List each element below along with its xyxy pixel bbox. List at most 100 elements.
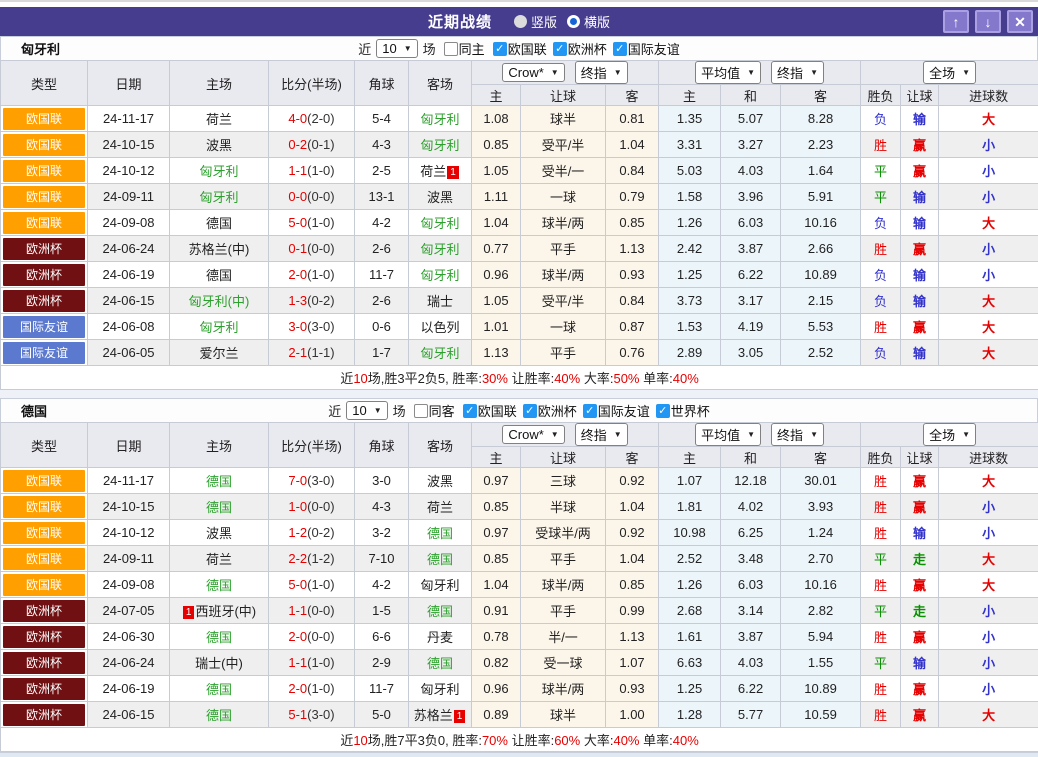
score-cell: 1-3(0-2) — [269, 288, 355, 314]
home-team-cell: 德国 — [170, 210, 269, 236]
date-cell: 24-06-05 — [88, 340, 170, 366]
checkbox-checked-icon[interactable]: ✓ — [613, 42, 627, 56]
move-up-button[interactable]: ↑ — [943, 10, 969, 33]
team-label: 匈牙利 — [199, 320, 238, 335]
average-select[interactable]: 平均值▼ — [695, 423, 761, 446]
league-checkbox-0[interactable]: ✓欧国联 — [457, 401, 517, 420]
same-away-checkbox[interactable]: 同客 — [408, 401, 455, 420]
checkbox-checked-icon[interactable]: ✓ — [493, 42, 507, 56]
col-home: 主场 — [170, 423, 269, 468]
checkbox-unchecked-icon[interactable] — [444, 42, 458, 56]
home-odds-cell: 1.01 — [472, 314, 521, 340]
away-team-cell: 德国 — [409, 520, 472, 546]
home-team-cell: 瑞士(中) — [170, 650, 269, 676]
home-team-cell: 德国 — [170, 572, 269, 598]
league-checkbox-2[interactable]: ✓国际友谊 — [577, 401, 650, 420]
handicap-result-cell: 赢 — [901, 468, 939, 494]
col-avg-away: 客 — [781, 85, 861, 106]
checkbox-checked-icon[interactable]: ✓ — [463, 404, 477, 418]
type-cell: 欧国联 — [1, 572, 88, 598]
final-index-select[interactable]: 终指▼ — [575, 61, 628, 84]
full-match-select[interactable]: 全场▼ — [923, 423, 976, 446]
halftime-score: (0-0) — [307, 241, 334, 256]
avg-draw-cell: 3.96 — [721, 184, 781, 210]
handicap-result-cell: 输 — [901, 106, 939, 132]
average-select[interactable]: 平均值▼ — [695, 61, 761, 84]
score-cell: 1-2(0-2) — [269, 520, 355, 546]
move-down-button[interactable]: ↓ — [975, 10, 1001, 33]
match-count-select[interactable]: 10 ▼ — [346, 401, 387, 420]
halftime-score: (3-0) — [307, 707, 334, 722]
corner-cell: 3-2 — [355, 520, 409, 546]
avg-draw-cell: 5.07 — [721, 106, 781, 132]
team-label: 瑞士(中) — [195, 656, 243, 671]
match-count-select[interactable]: 10 ▼ — [376, 39, 417, 58]
league-checkbox-3[interactable]: ✓世界杯 — [650, 401, 710, 420]
league-filters: ✓欧国联✓欧洲杯✓国际友谊✓世界杯 — [457, 401, 710, 420]
checkbox-checked-icon[interactable]: ✓ — [583, 404, 597, 418]
corner-cell: 13-1 — [355, 184, 409, 210]
col-goals: 进球数 — [939, 85, 1038, 106]
summary-text: 单率: — [640, 371, 673, 386]
result-cell: 胜 — [861, 314, 901, 340]
summary-text: 近 — [340, 371, 353, 386]
final-index-select-2[interactable]: 终指▼ — [771, 423, 824, 446]
avg-draw-cell: 6.22 — [721, 262, 781, 288]
avg-draw-cell: 4.19 — [721, 314, 781, 340]
score-cell: 0-2(0-1) — [269, 132, 355, 158]
league-checkbox-0[interactable]: ✓欧国联 — [487, 39, 547, 58]
fulltime-score: 7-0 — [288, 473, 307, 488]
match-row: 欧国联24-09-08德国5-0(1-0)4-2匈牙利1.04球半/两0.851… — [1, 572, 1038, 598]
league-checkbox-2[interactable]: ✓国际友谊 — [607, 39, 680, 58]
final-index-select[interactable]: 终指▼ — [575, 423, 628, 446]
type-cell: 欧国联 — [1, 184, 88, 210]
corner-cell: 2-5 — [355, 158, 409, 184]
bookmaker-select[interactable]: Crow*▼ — [502, 425, 564, 444]
home-odds-cell: 0.85 — [472, 546, 521, 572]
radio-selected-icon[interactable] — [567, 15, 580, 28]
checkbox-checked-icon[interactable]: ✓ — [553, 42, 567, 56]
away-team-cell: 以色列 — [409, 314, 472, 340]
goals-cell: 大 — [939, 340, 1038, 366]
score-cell: 5-0(1-0) — [269, 572, 355, 598]
fulltime-score: 2-2 — [288, 551, 307, 566]
col-handicap-result: 让球 — [901, 447, 939, 468]
goals-cell: 小 — [939, 676, 1038, 702]
bookmaker-select[interactable]: Crow*▼ — [502, 63, 564, 82]
score-cell: 5-1(3-0) — [269, 702, 355, 728]
checkbox-checked-icon[interactable]: ✓ — [656, 404, 670, 418]
competition-badge: 欧洲杯 — [3, 238, 85, 260]
league-checkbox-1[interactable]: ✓欧洲杯 — [517, 401, 577, 420]
handicap-result-cell: 输 — [901, 184, 939, 210]
match-row: 欧洲杯24-06-24瑞士(中)1-1(1-0)2-9德国0.82受一球1.07… — [1, 650, 1038, 676]
result-cell: 胜 — [861, 702, 901, 728]
checkbox-checked-icon[interactable]: ✓ — [523, 404, 537, 418]
result-cell: 平 — [861, 184, 901, 210]
league-checkbox-1[interactable]: ✓欧洲杯 — [547, 39, 607, 58]
filter-controls: 近 10 ▼ 场 同客 ✓欧国联✓欧洲杯✓国际友谊✓世界杯 — [328, 401, 710, 420]
date-cell: 24-11-17 — [88, 468, 170, 494]
result-cell: 负 — [861, 106, 901, 132]
average-select-value: 平均值 — [701, 63, 740, 82]
halftime-score: (0-0) — [307, 603, 334, 618]
radio-unselected-icon[interactable] — [514, 15, 527, 28]
close-button[interactable]: ✕ — [1007, 10, 1033, 33]
team-label: 波黑 — [206, 526, 232, 541]
handicap-cell: 球半/两 — [521, 572, 606, 598]
checkbox-unchecked-icon[interactable] — [414, 404, 428, 418]
layout-radio-vertical[interactable]: 竖版 — [514, 12, 557, 31]
competition-badge: 欧国联 — [3, 108, 85, 130]
avg-draw-cell: 3.17 — [721, 288, 781, 314]
final-index-select-value: 终指 — [581, 425, 607, 444]
same-home-checkbox[interactable]: 同主 — [438, 39, 485, 58]
team-label: 德国 — [206, 630, 232, 645]
away-team-cell: 丹麦 — [409, 624, 472, 650]
avg-away-cell: 5.94 — [781, 624, 861, 650]
home-odds-cell: 0.97 — [472, 520, 521, 546]
layout-radio-horizontal[interactable]: 横版 — [567, 12, 610, 31]
col-odds-handicap: 让球 — [521, 447, 606, 468]
final-index-select-2[interactable]: 终指▼ — [771, 61, 824, 84]
chevron-down-icon: ▼ — [551, 430, 559, 439]
type-cell: 欧国联 — [1, 106, 88, 132]
full-match-select[interactable]: 全场▼ — [923, 61, 976, 84]
